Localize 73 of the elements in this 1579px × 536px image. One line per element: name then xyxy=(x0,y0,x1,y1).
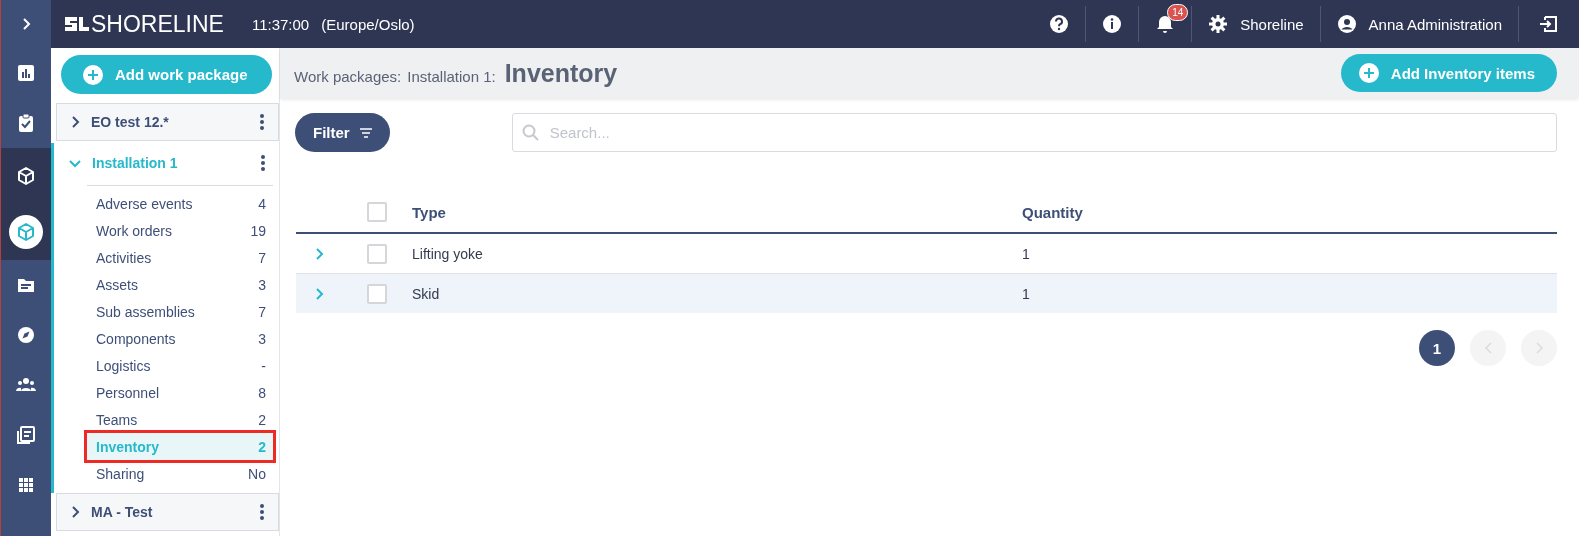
filter-button[interactable]: Filter xyxy=(295,113,390,152)
table-cell-text: Lifting yoke xyxy=(412,245,484,262)
logout-icon[interactable] xyxy=(1539,14,1559,34)
chevron-right-icon xyxy=(69,505,81,519)
help-icon[interactable] xyxy=(1049,14,1070,34)
checkbox[interactable] xyxy=(367,202,387,222)
chevron-right-icon xyxy=(69,115,81,129)
column-header[interactable]: Type xyxy=(412,203,1022,221)
logo-text: SHORELINE xyxy=(91,10,224,38)
item-count: 3 xyxy=(258,276,266,293)
sidebar-item[interactable]: Assets 3 xyxy=(87,271,273,298)
sidebar-item[interactable]: Components 3 xyxy=(87,325,273,352)
item-count: 7 xyxy=(258,249,266,266)
nav-button[interactable] xyxy=(1,148,51,204)
page-title: Inventory xyxy=(504,58,618,88)
clipboard-check-icon xyxy=(16,113,36,133)
notification-badge: 14 xyxy=(1167,4,1189,21)
info-icon[interactable] xyxy=(1102,14,1123,34)
plus-circle-icon xyxy=(1358,63,1379,83)
sidebar-item[interactable]: Work orders 19 xyxy=(87,217,273,244)
breadcrumb-link[interactable]: Installation 1: xyxy=(407,67,496,85)
breadcrumb-link[interactable]: Work packages: xyxy=(294,67,402,85)
table-cell-text: Skid xyxy=(412,285,441,302)
group-header[interactable]: EO test 12.* xyxy=(56,103,279,141)
sidebar-item[interactable]: Adverse events 4 xyxy=(87,190,273,217)
item-count: 19 xyxy=(250,222,266,239)
more-icon[interactable] xyxy=(260,504,264,520)
search-icon xyxy=(521,124,539,141)
table-cell-text: 1 xyxy=(1022,245,1031,262)
company-menu[interactable]: Shoreline xyxy=(1191,6,1320,42)
nav-button[interactable] xyxy=(1,204,51,260)
table-cell-text: 1 xyxy=(1022,285,1031,302)
item-count: 7 xyxy=(258,303,266,320)
sidebar-item[interactable]: Sub assemblies 7 xyxy=(87,298,273,325)
chevron-down-icon xyxy=(68,157,82,169)
checkbox[interactable] xyxy=(367,243,387,264)
clock-time: 11:37:00 xyxy=(251,15,310,33)
timezone-label: (Europe/Oslo) xyxy=(321,15,415,33)
column-header[interactable]: Quantity xyxy=(1022,203,1557,221)
sidebar-item[interactable]: Teams 2 xyxy=(87,406,273,433)
chevron-right-icon xyxy=(1534,342,1544,354)
sidebar-item[interactable]: Logistics - xyxy=(87,352,273,379)
box-icon xyxy=(16,222,36,242)
filter-icon xyxy=(359,127,372,138)
item-count: - xyxy=(261,357,266,374)
logo-icon xyxy=(65,15,89,33)
grid-icon xyxy=(16,475,36,495)
sidebar-item[interactable]: Sharing No xyxy=(87,460,273,487)
more-icon[interactable] xyxy=(261,155,265,171)
sidebar-item[interactable]: Personnel 8 xyxy=(87,379,273,406)
sidebar-item[interactable]: Activities 7 xyxy=(87,244,273,271)
search-field[interactable]: Search... xyxy=(511,113,1557,152)
calendar-list-icon xyxy=(16,425,36,445)
chevron-right-icon xyxy=(20,17,32,31)
page-button[interactable]: 1 xyxy=(1419,330,1455,366)
item-count: 4 xyxy=(258,195,266,212)
user-icon xyxy=(1336,14,1357,34)
group-header[interactable]: MA - Test xyxy=(56,493,279,531)
item-count: 3 xyxy=(258,330,266,347)
more-icon[interactable] xyxy=(260,114,264,130)
item-count: 8 xyxy=(258,384,266,401)
bell-icon[interactable] xyxy=(1155,14,1176,34)
compass-icon xyxy=(16,325,36,345)
gear-icon xyxy=(1208,14,1229,34)
user-menu[interactable]: Anna Administration xyxy=(1319,6,1518,42)
item-count: 2 xyxy=(258,438,266,455)
checkbox[interactable] xyxy=(367,283,387,304)
item-count: 2 xyxy=(258,411,266,428)
plus-circle-icon xyxy=(83,64,103,85)
chart-icon xyxy=(16,63,36,83)
chevron-left-icon xyxy=(1483,342,1493,354)
box-icon xyxy=(16,166,36,186)
item-count: No xyxy=(248,465,266,482)
